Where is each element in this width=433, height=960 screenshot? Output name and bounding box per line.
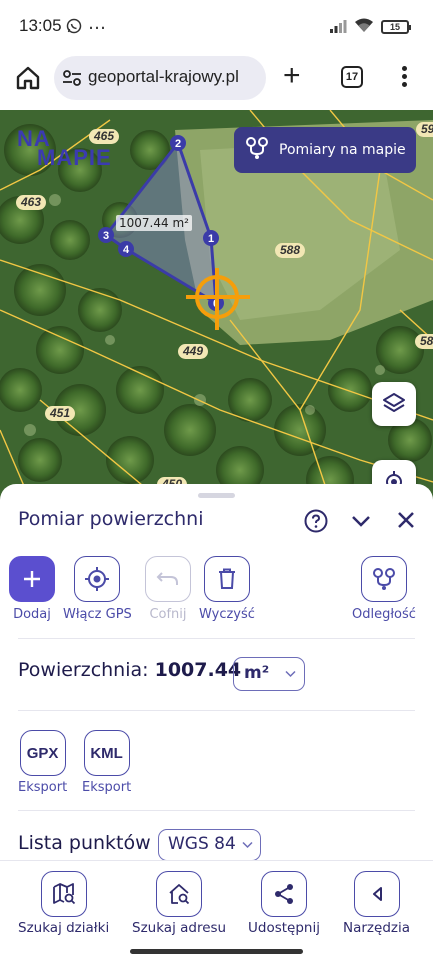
measurements-button[interactable]: Pomiary na mapie — [234, 127, 416, 173]
chevron-down-icon — [242, 841, 253, 849]
bottom-navigation: Szukaj działki Szukaj adresu Udostępnij … — [0, 860, 433, 960]
map-search-icon — [52, 883, 75, 905]
coordinate-system-value: WGS 84 — [168, 834, 236, 854]
search-address-button[interactable]: Szukaj adresu — [132, 871, 226, 936]
address-bar[interactable]: geoportal-krajowy.pl — [54, 56, 266, 100]
vertex-label: 4 — [123, 244, 130, 256]
wifi-icon — [354, 17, 374, 37]
unit-select[interactable]: m² — [233, 657, 305, 691]
crosshair-icon — [186, 268, 250, 330]
tab-switcher-button[interactable]: 17 — [341, 66, 363, 88]
clear-label: Wyczyść — [199, 607, 255, 622]
measurement-sheet: Pomiar powierzchni Dodaj Włącz GPS Cofni… — [0, 484, 433, 860]
sheet-drag-handle[interactable] — [198, 493, 235, 498]
export-gpx-label: Eksport — [18, 780, 68, 795]
layers-button[interactable] — [372, 382, 416, 426]
unit-value: m² — [244, 663, 270, 683]
undo-icon — [156, 572, 178, 585]
home-icon[interactable] — [14, 64, 42, 92]
url-text: geoportal-krajowy.pl — [88, 67, 239, 86]
undo-label: Cofnij — [149, 607, 187, 622]
gesture-bar — [130, 949, 303, 954]
more-notifications-icon: … — [88, 13, 107, 34]
area-result: Powierzchnia: 1007.44 — [18, 659, 241, 681]
area-caption: Powierzchnia: — [18, 659, 149, 681]
kml-format: KML — [83, 730, 130, 776]
area-value: 1007.44 — [154, 659, 242, 681]
map-view[interactable]: 465 463 588 449 451 450 59 58 0 1 2 3 4 … — [0, 110, 433, 500]
gps-crosshair-icon — [85, 567, 110, 591]
distance-icon — [372, 568, 395, 590]
divider — [18, 810, 415, 811]
add-point-label: Dodaj — [13, 607, 51, 622]
trash-icon — [218, 568, 235, 589]
tools-button[interactable]: Narzędzia — [343, 871, 410, 936]
collapse-left-icon — [372, 887, 382, 901]
divider — [18, 638, 415, 639]
distance-button[interactable]: Odległość — [352, 556, 416, 622]
tools-label: Narzędzia — [343, 920, 410, 936]
browser-menu-icon[interactable] — [399, 66, 409, 90]
search-address-label: Szukaj adresu — [132, 920, 227, 936]
clock: 13:05 — [19, 16, 62, 35]
distance-label: Odległość — [352, 607, 416, 622]
sheet-title: Pomiar powierzchni — [18, 508, 204, 530]
home-search-icon — [169, 884, 190, 905]
new-tab-button[interactable]: + — [283, 61, 301, 91]
coordinate-system-select[interactable]: WGS 84 — [158, 829, 261, 860]
add-point-button[interactable]: Dodaj — [9, 556, 55, 622]
export-kml-label: Eksport — [82, 780, 132, 795]
export-gpx-button[interactable]: GPX Eksport — [18, 730, 67, 795]
chevron-down-icon — [285, 670, 296, 678]
share-label: Udostępnij — [248, 920, 320, 936]
na-mapie-logo: NA MAPIE — [17, 126, 112, 170]
points-list-caption: Lista punktów — [18, 832, 151, 854]
browser-toolbar: geoportal-krajowy.pl + 17 — [0, 54, 433, 110]
chevron-down-icon[interactable] — [350, 513, 372, 529]
site-settings-icon[interactable] — [62, 70, 82, 90]
close-icon[interactable] — [396, 510, 416, 530]
search-parcel-label: Szukaj działki — [18, 920, 110, 936]
vertex-label: 3 — [103, 230, 109, 242]
vertex-label: 2 — [175, 138, 181, 150]
whatsapp-icon — [66, 18, 82, 38]
divider — [18, 710, 415, 711]
plus-icon — [24, 571, 40, 587]
signal-icon — [329, 18, 347, 37]
share-icon — [274, 884, 293, 904]
enable-gps-button[interactable]: Włącz GPS — [63, 556, 132, 622]
enable-gps-label: Włącz GPS — [63, 607, 132, 622]
status-bar: 13:05 … 15 — [0, 0, 433, 54]
export-kml-button[interactable]: KML Eksport — [82, 730, 131, 795]
search-parcel-button[interactable]: Szukaj działki — [18, 871, 109, 936]
polygon-area-label: 1007.44 m² — [116, 215, 192, 231]
clear-button[interactable]: Wyczyść — [199, 556, 255, 622]
undo-button[interactable]: Cofnij — [145, 556, 191, 622]
battery-icon: 15 — [381, 20, 411, 34]
layers-icon — [383, 393, 405, 412]
route-pins-icon — [245, 136, 269, 164]
share-button[interactable]: Udostępnij — [248, 871, 320, 936]
vertex-label: 1 — [208, 233, 214, 245]
gpx-format: GPX — [19, 730, 66, 776]
measurements-button-label: Pomiary na mapie — [279, 142, 406, 158]
help-icon[interactable] — [304, 509, 328, 533]
